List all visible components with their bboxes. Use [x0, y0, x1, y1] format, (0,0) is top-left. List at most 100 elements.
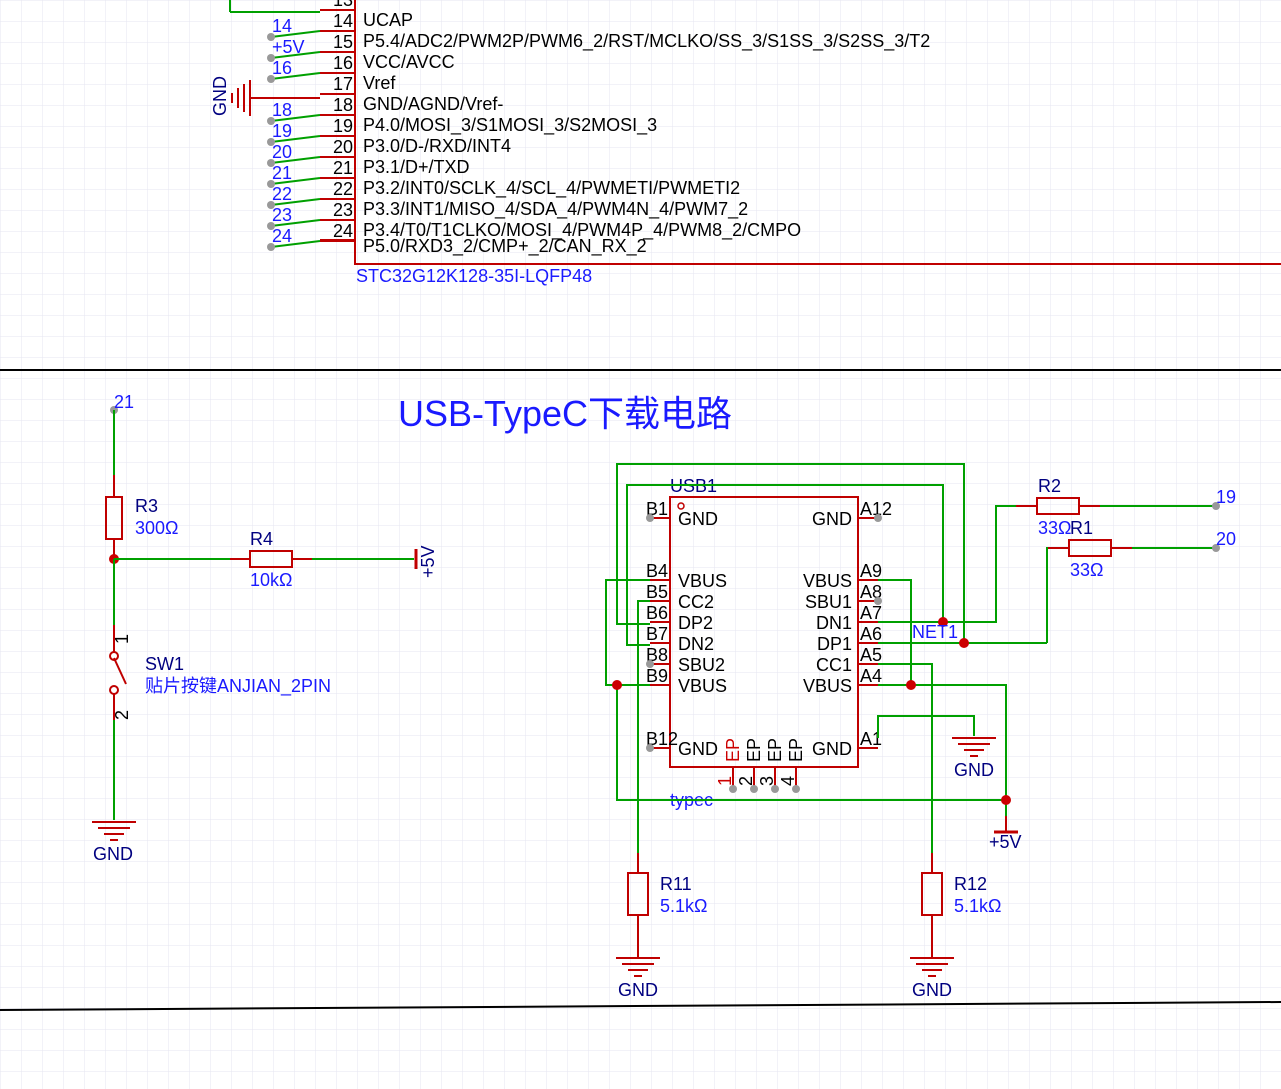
- mcu-gnd-label: GND: [210, 76, 230, 116]
- net-label-19: 19: [1216, 487, 1236, 507]
- vbus-supply-label: +5V: [989, 832, 1022, 852]
- usb-ep-name: EP: [744, 738, 764, 762]
- sw1-desc: 贴片按键ANJIAN_2PIN: [145, 676, 331, 697]
- junction-net1-b: [959, 638, 969, 648]
- r4-value: 10kΩ: [250, 570, 292, 590]
- grid-background: [0, 0, 1281, 1089]
- usb-pin-name: VBUS: [803, 571, 852, 591]
- usb-pin-name: SBU2: [678, 655, 725, 675]
- usb-pad-label: B4: [646, 561, 668, 581]
- usb-pin-name: DN1: [816, 613, 852, 633]
- junction-vbus-supply: [1001, 795, 1011, 805]
- gnd-label-r12: GND: [912, 980, 952, 1000]
- sw1-ref: SW1: [145, 654, 184, 674]
- mcu-pin-number: 24: [333, 221, 353, 241]
- mcu-net-label: 21: [272, 163, 292, 183]
- mcu-net-label: 23: [272, 205, 292, 225]
- usb-pad-label: A9: [860, 561, 882, 581]
- usb-pin-name: CC2: [678, 592, 714, 612]
- mcu-pin-number: 23: [333, 200, 353, 220]
- net-label-20: 20: [1216, 529, 1236, 549]
- usb-pin-name: DN2: [678, 634, 714, 654]
- gnd-label-a1: GND: [954, 760, 994, 780]
- usb-ep-number: 3: [757, 776, 777, 786]
- mcu-net-label: 18: [272, 100, 292, 120]
- r12-ref: R12: [954, 874, 987, 894]
- mcu-pin-number: 15: [333, 32, 353, 52]
- r4-supply-label: +5V: [418, 545, 438, 578]
- mcu-pin-number: 17: [333, 74, 353, 94]
- mcu-pin-func: UCAP: [363, 10, 413, 30]
- r3-value: 300Ω: [135, 518, 179, 538]
- mcu-pin-func: P3.2/INT0/SCLK_4/SCL_4/PWMETI/PWMETI2: [363, 178, 740, 199]
- usb-ep-name: EP: [723, 738, 743, 762]
- mcu-pin-number: 21: [333, 158, 353, 178]
- r3-ref: R3: [135, 496, 158, 516]
- usb-pin-name: SBU1: [805, 592, 852, 612]
- usb-pad-label: A5: [860, 645, 882, 665]
- usb-ep-name: EP: [786, 738, 806, 762]
- mcu-pin-number: 22: [333, 179, 353, 199]
- usb-no-connect: [874, 514, 882, 522]
- r11-value: 5.1kΩ: [660, 896, 707, 916]
- mcu-pin-func-last: P5.0/RXD3_2/CMP+_2/CAN_RX_2: [363, 236, 647, 257]
- usb-ep-number: 1: [715, 776, 735, 786]
- sw1-pin1: 1: [112, 634, 132, 644]
- junction-vbus-left: [612, 680, 622, 690]
- sw1-pin2: 2: [112, 710, 132, 720]
- schematic-canvas[interactable]: 1314 UCAP1415 P5.4/ADC2/PWM2P/PWM6_2/RST/M…: [0, 0, 1281, 1089]
- mcu-pin-func: P3.1/D+/TXD: [363, 157, 470, 177]
- usb-ep-number: 2: [736, 776, 756, 786]
- r12-value: 5.1kΩ: [954, 896, 1001, 916]
- r1-ref: R1: [1070, 518, 1093, 538]
- usb-pin-name: VBUS: [678, 571, 727, 591]
- r2-ref: R2: [1038, 476, 1061, 496]
- mcu-net-label: 20: [272, 142, 292, 162]
- mcu-part-name: STC32G12K128-35I-LQFP48: [356, 266, 592, 286]
- r1-value: 33Ω: [1070, 560, 1103, 580]
- usb-ep-name: EP: [765, 738, 785, 762]
- usb-pad-label: B6: [646, 603, 668, 623]
- usb-pad-label: B7: [646, 624, 668, 644]
- usb-pad-label: B5: [646, 582, 668, 602]
- mcu-net-label: +5V: [272, 37, 305, 57]
- gnd-label-reset: GND: [93, 844, 133, 864]
- usb-pin-name: GND: [678, 509, 718, 529]
- mcu-net-label: 16: [272, 58, 292, 78]
- section-title: USB-TypeC下载电路: [398, 393, 732, 434]
- mcu-pin-number: 13: [333, 0, 353, 10]
- usb-no-connect: [646, 744, 654, 752]
- net1-label: NET1: [912, 622, 958, 642]
- mcu-pin-func: P5.4/ADC2/PWM2P/PWM6_2/RST/MCLKO/SS_3/S1…: [363, 31, 930, 52]
- usb-pin-name: GND: [812, 739, 852, 759]
- mcu-net-label: 14: [272, 16, 292, 36]
- usb-pin-name: VBUS: [678, 676, 727, 696]
- mcu-pin-func: P3.3/INT1/MISO_4/SDA_4/PWM4N_4/PWM7_2: [363, 199, 748, 220]
- mcu-net-label: 22: [272, 184, 292, 204]
- mcu-pin-func: Vref: [363, 73, 396, 93]
- usb-pad-label: A4: [860, 666, 882, 686]
- r2-value: 33Ω: [1038, 518, 1071, 538]
- mcu-pin-number: 18: [333, 95, 353, 115]
- mcu-net-label: 24: [272, 226, 292, 246]
- mcu-pin-func: P4.0/MOSI_3/S1MOSI_3/S2MOSI_3: [363, 115, 657, 136]
- mcu-pin-number: 16: [333, 53, 353, 73]
- usb-pin-name: DP1: [817, 634, 852, 654]
- usb-pad-label: A6: [860, 624, 882, 644]
- mcu-net-label: 19: [272, 121, 292, 141]
- usb-pin-name: DP2: [678, 613, 713, 633]
- gnd-label-r11: GND: [618, 980, 658, 1000]
- usb-pin-name: VBUS: [803, 676, 852, 696]
- usb-pin-name: CC1: [816, 655, 852, 675]
- usb-pad-label: A7: [860, 603, 882, 623]
- net-label-21: 21: [114, 392, 134, 412]
- usb-pad-label: B9: [646, 666, 668, 686]
- r4-ref: R4: [250, 529, 273, 549]
- mcu-pin-func: GND/AGND/Vref-: [363, 94, 503, 114]
- mcu-pin-number: 19: [333, 116, 353, 136]
- mcu-pin-func: VCC/AVCC: [363, 52, 455, 72]
- usb-ep-number: 4: [778, 776, 798, 786]
- mcu-pin-number: 20: [333, 137, 353, 157]
- mcu-pin-func: P3.0/D-/RXD/INT4: [363, 136, 511, 156]
- r11-ref: R11: [660, 874, 692, 894]
